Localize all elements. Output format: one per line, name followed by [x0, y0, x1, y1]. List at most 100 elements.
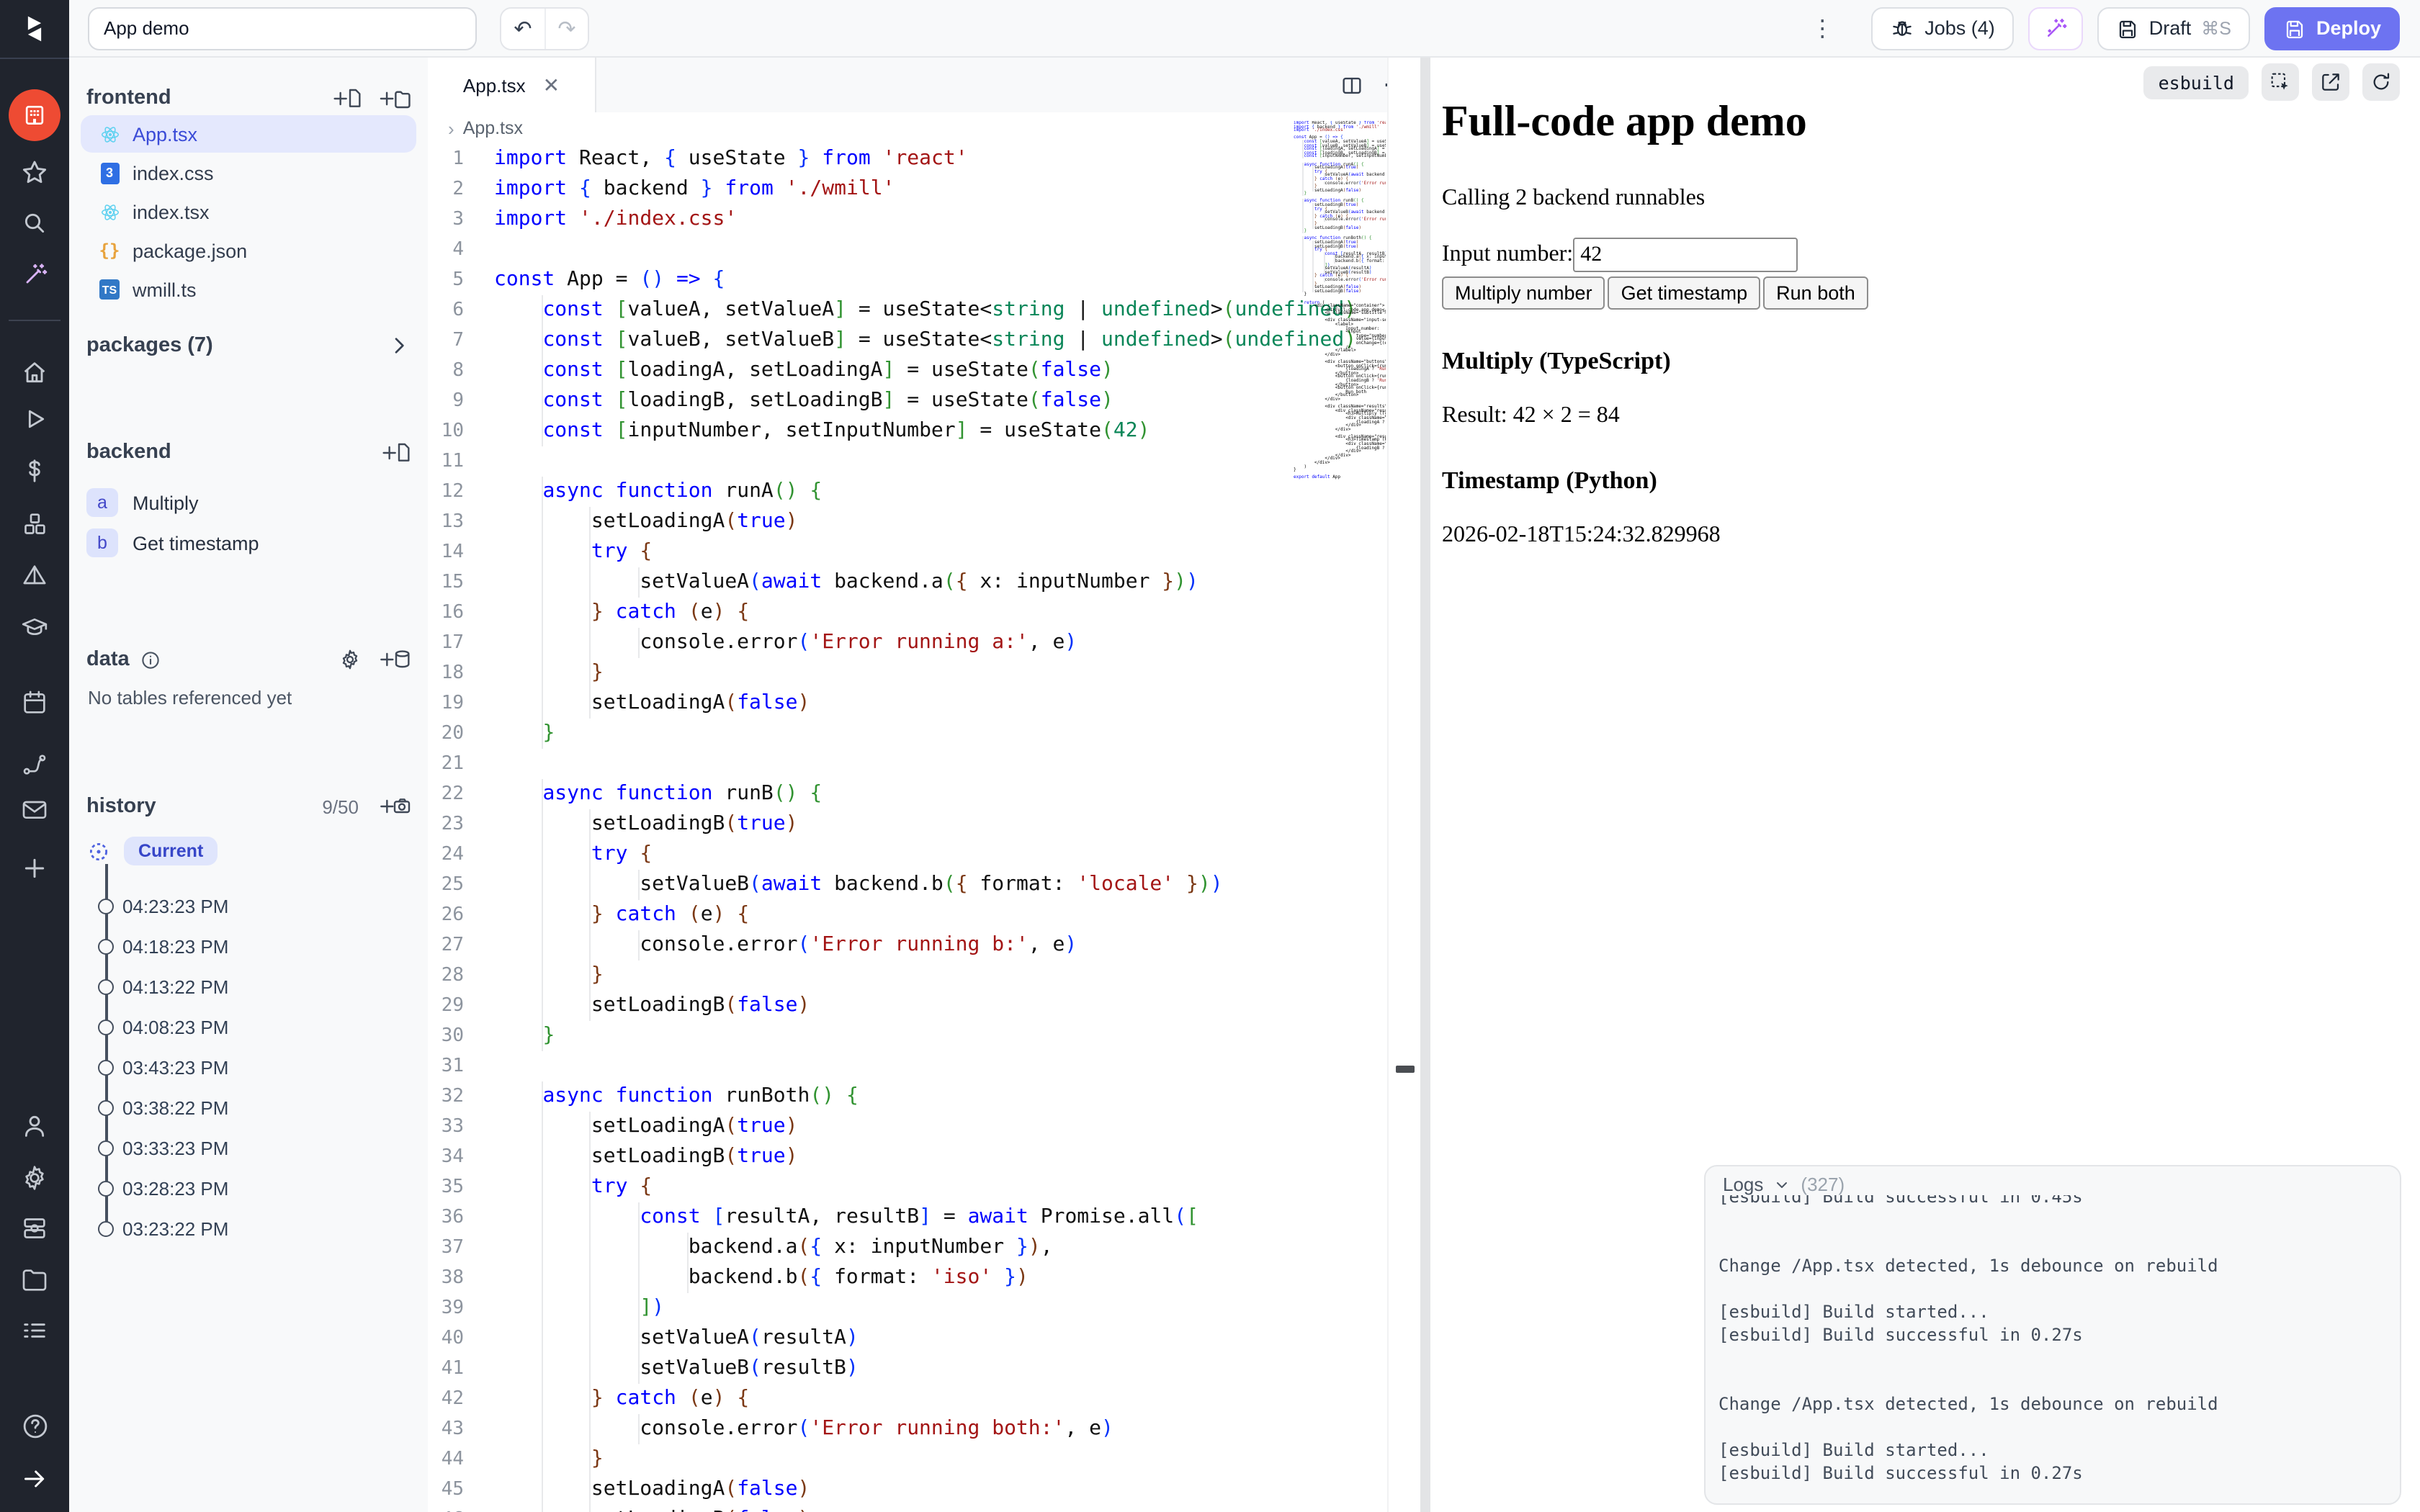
code-line-18: 18 }: [428, 658, 1389, 688]
windmill-logo-icon[interactable]: [17, 12, 52, 46]
help-icon[interactable]: [17, 1408, 52, 1443]
history-count: 9/50: [322, 796, 359, 817]
ai-assistant-button[interactable]: [2028, 6, 2083, 50]
timestamp-result-value: 2026-02-18T15:24:32.829968: [1442, 523, 2408, 549]
code-line-22: 22 async function runB() {: [428, 779, 1389, 809]
add-snapshot-camera-button[interactable]: [379, 795, 411, 818]
editor-minimap[interactable]: import React, { useState } from 'react'i…: [1294, 121, 1386, 504]
app-name-input[interactable]: [88, 6, 477, 50]
file-item-wmill-ts[interactable]: TS wmill.ts: [81, 271, 416, 308]
collapse-arrow-icon[interactable]: [17, 1462, 52, 1496]
inspect-select-icon[interactable]: [2262, 63, 2299, 101]
ai-wand-icon[interactable]: [17, 258, 52, 292]
editor-tabbar: App.tsx ✕ ⋯: [428, 58, 1420, 114]
code-line-6: 6 const [valueA, setValueA] = useState<s…: [428, 295, 1389, 325]
folders-icon[interactable]: [17, 1263, 52, 1297]
variables-dollar-icon[interactable]: [17, 454, 52, 488]
jobs-label: Jobs (4): [1924, 17, 1995, 39]
code-line-45: 45 setLoadingA(false): [428, 1475, 1389, 1505]
breadcrumb[interactable]: › App.tsx: [428, 112, 1420, 144]
history-entry[interactable]: 03:28:23 PM: [69, 1175, 428, 1201]
run-both-button[interactable]: Run both: [1763, 276, 1868, 310]
workers-icon[interactable]: [17, 1211, 52, 1246]
multiply-result-value: Result: 42 × 2 = 84: [1442, 403, 2408, 429]
tab-close-icon[interactable]: ✕: [543, 73, 560, 97]
apps-active-icon[interactable]: [9, 89, 60, 141]
redo-button[interactable]: ↷: [544, 8, 588, 48]
code-line-30: 30 }: [428, 1021, 1389, 1051]
settings-gear-icon[interactable]: [17, 1161, 52, 1195]
add-runnable-button[interactable]: [382, 441, 411, 463]
history-entry[interactable]: 03:33:23 PM: [69, 1135, 428, 1161]
panel-divider[interactable]: [1420, 58, 1430, 1512]
file-item-index-tsx[interactable]: index.tsx: [81, 193, 416, 230]
history-entry[interactable]: 04:23:23 PM: [69, 893, 428, 919]
mail-icon[interactable]: [17, 792, 52, 827]
user-icon[interactable]: [17, 1109, 52, 1143]
draft-button[interactable]: Draft ⌘S: [2097, 6, 2250, 50]
runnable-get-timestamp[interactable]: bGet timestamp: [86, 526, 416, 560]
audit-list-icon[interactable]: [17, 1313, 52, 1348]
calendar-icon[interactable]: [17, 685, 52, 720]
runnable-multiply[interactable]: aMultiply: [86, 485, 416, 520]
file-item-index-css[interactable]: 3index.css: [81, 154, 416, 192]
split-view-icon[interactable]: [1340, 73, 1364, 97]
runnable-label: Multiply: [133, 492, 199, 513]
open-external-icon[interactable]: [2312, 63, 2349, 101]
add-table-button[interactable]: [379, 648, 411, 671]
current-badge[interactable]: Current: [124, 837, 218, 865]
history-timestamp: 04:13:22 PM: [122, 976, 228, 997]
runs-play-icon[interactable]: [17, 402, 52, 436]
timeline-dot-icon: [98, 898, 114, 914]
file-item-package-json[interactable]: {}package.json: [81, 232, 416, 269]
log-line: [esbuild] Build successful in 0.27s: [1718, 1462, 2388, 1485]
file-name: package.json: [133, 240, 247, 261]
home-icon[interactable]: [17, 356, 52, 390]
splitter-drag-handle[interactable]: [1396, 1066, 1415, 1073]
favorites-star-icon[interactable]: [17, 156, 52, 190]
logs-dropdown[interactable]: Logs (327): [1723, 1174, 1845, 1195]
flows-route-icon[interactable]: [17, 747, 52, 782]
get-timestamp-button[interactable]: Get timestamp: [1608, 276, 1761, 310]
magic-wand-icon: [2043, 15, 2069, 41]
history-current-row[interactable]: Current: [86, 835, 218, 867]
deploy-button[interactable]: Deploy: [2264, 6, 2400, 50]
data-settings-gear-icon[interactable]: [339, 648, 362, 671]
editor-scrollbar[interactable]: [1387, 58, 1420, 1512]
refresh-icon[interactable]: [2362, 63, 2400, 101]
file-item-app-tsx[interactable]: App.tsx: [81, 115, 416, 153]
history-entry[interactable]: 04:08:23 PM: [69, 1014, 428, 1040]
history-entry[interactable]: 03:38:22 PM: [69, 1094, 428, 1120]
schedules-prism-icon[interactable]: [17, 559, 52, 593]
jobs-button[interactable]: Jobs (4): [1871, 6, 2014, 50]
history-entry[interactable]: 03:43:23 PM: [69, 1054, 428, 1080]
log-line: [1718, 1346, 2388, 1369]
ts-file-icon: TS: [98, 278, 121, 301]
add-plus-icon[interactable]: [17, 851, 52, 886]
packages-section-header[interactable]: packages (7): [86, 328, 411, 363]
history-entry[interactable]: 04:13:22 PM: [69, 973, 428, 999]
add-file-button[interactable]: [333, 87, 362, 109]
code-line-20: 20 }: [428, 719, 1389, 749]
resources-boxes-icon[interactable]: [17, 507, 52, 541]
history-entry[interactable]: 04:18:23 PM: [69, 933, 428, 959]
more-menu-kebab-icon[interactable]: ⋮: [1811, 14, 1834, 42]
left-icon-rail: [0, 0, 69, 1512]
info-icon[interactable]: [140, 649, 161, 670]
logs-scroll-area[interactable]: [esbuild] Build successful in 0.45s Chan…: [1718, 1195, 2388, 1495]
undo-button[interactable]: ↶: [501, 8, 544, 48]
add-folder-button[interactable]: [379, 87, 411, 109]
logs-panel: Logs (327) [esbuild] Build successful in…: [1704, 1165, 2401, 1505]
code-line-43: 43 console.error('Error running both:', …: [428, 1414, 1389, 1444]
input-number-field[interactable]: [1573, 238, 1798, 272]
academy-cap-icon[interactable]: [17, 611, 52, 645]
file-name: wmill.ts: [133, 279, 197, 300]
history-entry[interactable]: 03:23:22 PM: [69, 1215, 428, 1241]
tab-app-tsx[interactable]: App.tsx ✕: [428, 58, 596, 112]
code-line-8: 8 const [loadingA, setLoadingA] = useSta…: [428, 356, 1389, 386]
multiply-number-button[interactable]: Multiply number: [1442, 276, 1605, 310]
search-icon[interactable]: [17, 206, 52, 240]
esbuild-badge[interactable]: esbuild: [2144, 66, 2249, 99]
packages-expand-chevron-icon[interactable]: [387, 334, 411, 357]
code-editor[interactable]: 1import React, { useState } from 'react'…: [428, 144, 1389, 1512]
